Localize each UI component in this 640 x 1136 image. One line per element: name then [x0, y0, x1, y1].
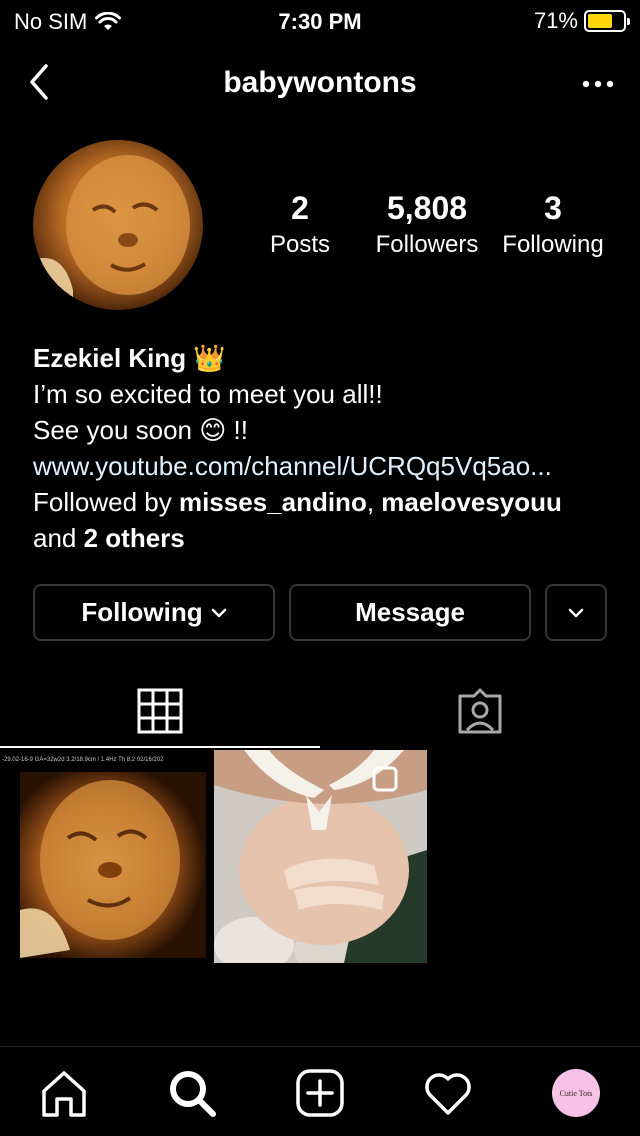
mutual-followers-others[interactable]: 2 others: [84, 523, 185, 553]
bio-website-link[interactable]: www.youtube.com/channel/UCRQq5Vq5ao...: [33, 448, 613, 484]
profile-header: babywontons: [0, 52, 640, 116]
following-label: Following: [502, 231, 604, 258]
profile-bio: Ezekiel King 👑 I’m so excited to meet yo…: [33, 340, 613, 556]
chevron-down-icon: [211, 608, 226, 617]
tab-posts-grid[interactable]: [0, 672, 320, 750]
mutual-follower-1[interactable]: misses_andino: [179, 487, 367, 517]
followers-stat[interactable]: 5,808 Followers: [368, 190, 486, 259]
ellipsis-icon: [582, 80, 614, 88]
heart-icon: [425, 1073, 471, 1115]
bio-line-2: See you soon 😊 !!: [33, 415, 249, 445]
tab-tagged[interactable]: [320, 672, 640, 750]
followed-by-others: and 2 others: [33, 520, 613, 556]
nav-search[interactable]: [166, 1067, 218, 1119]
profile-username: babywontons: [223, 66, 417, 99]
battery-status: 71%: [533, 8, 630, 34]
profile-avatar-text: Cutie Tots: [560, 1089, 593, 1098]
battery-icon: [584, 10, 630, 32]
bottom-navigation: Cutie Tots: [0, 1046, 640, 1136]
posts-label: Posts: [269, 231, 331, 258]
profile-display-name: Ezekiel King 👑: [33, 343, 226, 373]
message-button-label: Message: [355, 597, 465, 627]
active-tab-indicator: [0, 746, 320, 748]
following-button[interactable]: Following: [33, 584, 275, 641]
profile-avatar[interactable]: [33, 140, 203, 310]
battery-fill: [588, 14, 613, 28]
profile-avatar-icon: Cutie Tots: [552, 1069, 600, 1117]
and-text: and: [33, 523, 84, 553]
posts-count: 2: [291, 190, 309, 226]
more-options-button[interactable]: [578, 66, 618, 102]
nav-profile[interactable]: Cutie Tots: [550, 1067, 602, 1119]
status-bar: No SIM 7:30 PM 71%: [0, 0, 640, 40]
grid-icon: [137, 688, 183, 734]
posts-grid: -29.02-16-9 GA=32w2d 3.2/18.9cm / 1.4Hz …: [0, 750, 640, 1046]
nav-new-post[interactable]: [294, 1067, 346, 1119]
post-thumbnail[interactable]: -29.02-16-9 GA=32w2d 3.2/18.9cm / 1.4Hz …: [0, 750, 213, 963]
nav-activity[interactable]: [422, 1067, 474, 1119]
add-post-icon: [296, 1069, 344, 1117]
battery-percent: 71%: [533, 8, 578, 33]
followers-count: 5,808: [386, 190, 468, 226]
maternity-post-image: [214, 750, 427, 963]
tagged-person-icon: [458, 688, 502, 734]
followed-by-separator: ,: [366, 487, 382, 517]
suggested-accounts-button[interactable]: [545, 584, 607, 641]
mutual-follower-2[interactable]: maelovesyouu: [381, 487, 562, 517]
home-icon: [42, 1071, 86, 1117]
following-stat[interactable]: 3 Following: [494, 190, 612, 259]
nav-home[interactable]: [38, 1067, 90, 1119]
followers-label: Followers: [375, 231, 479, 258]
bio-line-1: I’m so excited to meet you all!!: [33, 379, 383, 409]
search-icon: [170, 1071, 216, 1117]
followed-by-prefix: Followed by: [33, 487, 179, 517]
ultrasound-caption: -29.02-16-9 GA=32w2d 3.2/18.9cm / 1.4Hz …: [2, 757, 164, 763]
profile-tabs: [0, 672, 640, 750]
post-thumbnail[interactable]: [214, 750, 427, 963]
following-count: 3: [544, 190, 562, 226]
following-button-label: Following: [81, 597, 203, 627]
chevron-down-icon: [568, 608, 584, 617]
posts-stat[interactable]: 2 Posts: [250, 190, 350, 259]
ultrasound-post-image: -29.02-16-9 GA=32w2d 3.2/18.9cm / 1.4Hz …: [0, 750, 213, 963]
ultrasound-avatar-image: [33, 140, 203, 310]
followed-by-text: Followed by misses_andino, maelovesyouu: [33, 484, 613, 520]
message-button[interactable]: Message: [289, 584, 531, 641]
